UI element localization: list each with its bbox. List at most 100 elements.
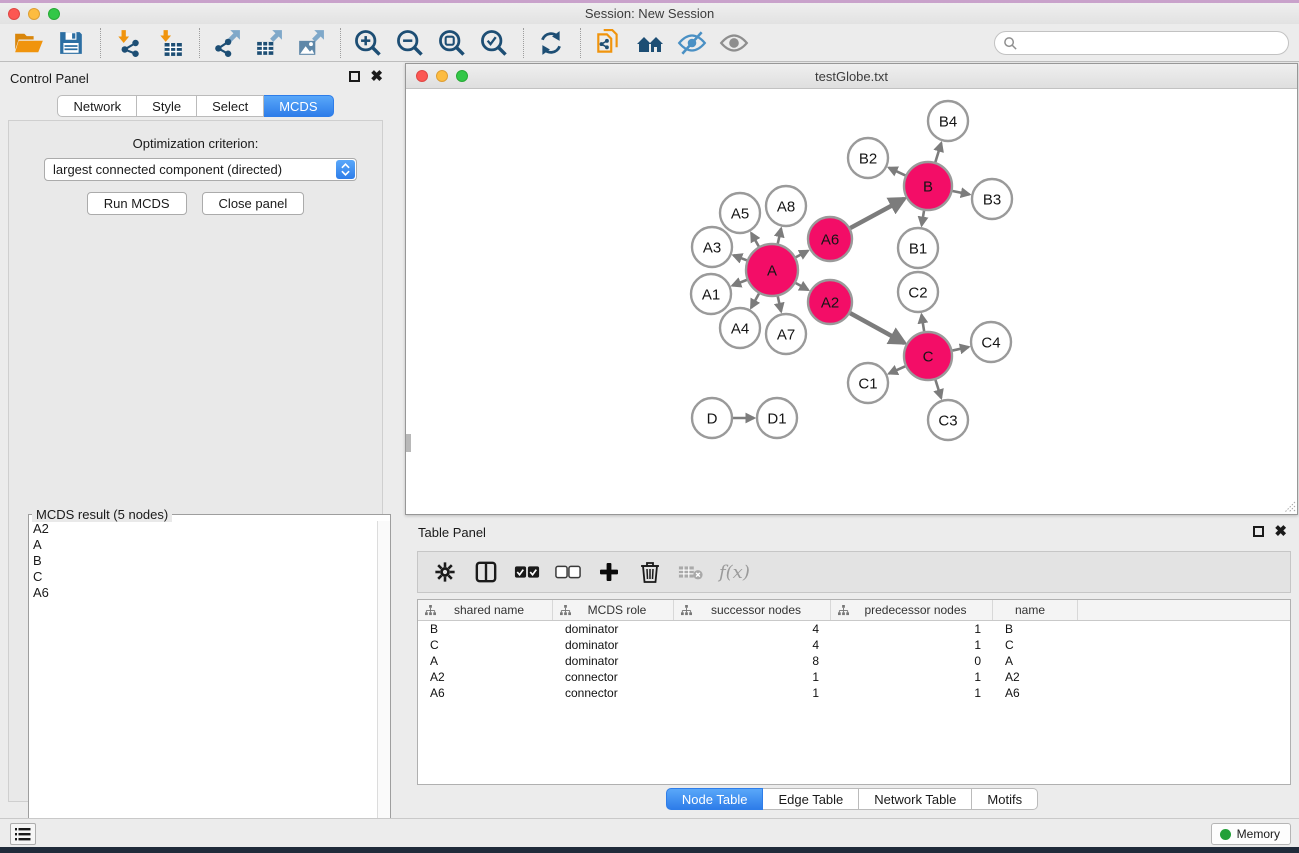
result-scrollbar[interactable]	[377, 521, 390, 853]
table-settings-gear-icon[interactable]	[432, 559, 458, 585]
graph-edge-C-C3[interactable]	[935, 380, 941, 398]
table-cell[interactable]: 1	[674, 686, 831, 700]
tab-node-table[interactable]: Node Table	[666, 788, 764, 810]
first-neighbors-icon[interactable]	[633, 27, 667, 59]
select-all-columns-icon[interactable]	[514, 559, 540, 585]
table-cell[interactable]: 1	[831, 670, 993, 684]
table-cell[interactable]: dominator	[553, 638, 674, 652]
zoom-selected-icon[interactable]	[477, 27, 511, 59]
column-header-MCDS-role[interactable]: MCDS role	[553, 600, 674, 620]
float-panel-icon[interactable]	[349, 71, 360, 82]
graph-edge-A-A2[interactable]	[796, 283, 808, 290]
unselect-all-columns-icon[interactable]	[555, 559, 581, 585]
table-row[interactable]: Adominator80A	[418, 653, 1290, 669]
graph-edge-B-B2[interactable]	[889, 168, 906, 176]
zoom-fit-icon[interactable]	[435, 27, 469, 59]
graph-edge-B-B3[interactable]	[952, 191, 969, 194]
table-cell[interactable]: connector	[553, 686, 674, 700]
canvas-scrollbar-thumb[interactable]	[406, 434, 411, 452]
table-cell[interactable]: 8	[674, 654, 831, 668]
export-table-icon[interactable]	[252, 27, 286, 59]
table-cell[interactable]: A6	[418, 686, 553, 700]
table-cell[interactable]: A	[993, 654, 1078, 668]
tab-edge-table[interactable]: Edge Table	[763, 788, 859, 810]
close-panel-icon[interactable]: ✖	[370, 71, 383, 82]
create-column-plus-icon[interactable]	[596, 559, 622, 585]
graph-edge-A-A3[interactable]	[733, 255, 746, 260]
graph-edge-A-A5[interactable]	[751, 233, 759, 246]
tab-mcds[interactable]: MCDS	[264, 95, 333, 117]
mcds-result-item[interactable]: A6	[30, 585, 376, 601]
graph-edge-A6-B[interactable]	[850, 199, 904, 228]
graph-edge-C-C2[interactable]	[922, 315, 925, 332]
graph-edge-A-A6[interactable]	[796, 251, 808, 257]
import-network-icon[interactable]	[111, 27, 145, 59]
refresh-icon[interactable]	[534, 27, 568, 59]
criterion-dropdown[interactable]: largest connected component (directed)	[44, 158, 357, 181]
resize-grip-icon[interactable]	[1282, 499, 1296, 513]
show-graphics-details-icon[interactable]	[717, 27, 751, 59]
table-cell[interactable]: 4	[674, 638, 831, 652]
zoom-in-icon[interactable]	[351, 27, 385, 59]
tab-motifs[interactable]: Motifs	[972, 788, 1038, 810]
table-cell[interactable]: dominator	[553, 622, 674, 636]
mcds-result-item[interactable]: A	[30, 537, 376, 553]
table-cell[interactable]: A2	[993, 670, 1078, 684]
graph-edge-A2-C[interactable]	[850, 313, 904, 343]
table-cell[interactable]: A2	[418, 670, 553, 684]
close-table-panel-icon[interactable]: ✖	[1274, 526, 1287, 537]
mcds-result-item[interactable]: A2	[30, 521, 376, 537]
tab-select[interactable]: Select	[197, 95, 264, 117]
graph-edge-A-A1[interactable]	[732, 280, 746, 286]
delete-column-trash-icon[interactable]	[637, 559, 663, 585]
graph-edge-B-B4[interactable]	[935, 143, 941, 162]
clone-network-icon[interactable]	[591, 27, 625, 59]
zoom-out-icon[interactable]	[393, 27, 427, 59]
graph-edge-A-A8[interactable]	[778, 228, 781, 243]
table-cell[interactable]: 1	[831, 638, 993, 652]
task-history-button[interactable]	[10, 823, 36, 845]
table-row[interactable]: Cdominator41C	[418, 637, 1290, 653]
show-column-panel-icon[interactable]	[473, 559, 499, 585]
table-cell[interactable]: C	[418, 638, 553, 652]
tab-network[interactable]: Network	[57, 95, 137, 117]
hide-graphics-details-icon[interactable]	[675, 27, 709, 59]
table-cell[interactable]: B	[993, 622, 1078, 636]
tab-network-table[interactable]: Network Table	[859, 788, 972, 810]
table-cell[interactable]: C	[993, 638, 1078, 652]
graph-edge-B-B1[interactable]	[922, 211, 924, 226]
function-builder-icon[interactable]: f(x)	[719, 562, 750, 583]
graph-edge-A-A7[interactable]	[778, 296, 781, 311]
mcds-result-list[interactable]: A2ABCA6	[30, 521, 376, 853]
mcds-result-item[interactable]: C	[30, 569, 376, 585]
export-network-icon[interactable]	[210, 27, 244, 59]
table-cell[interactable]: dominator	[553, 654, 674, 668]
table-cell[interactable]: 1	[674, 670, 831, 684]
search-input[interactable]	[1018, 33, 1288, 53]
column-header-shared-name[interactable]: shared name	[418, 600, 553, 620]
table-row[interactable]: A6connector11A6	[418, 685, 1290, 701]
table-cell[interactable]: 1	[831, 686, 993, 700]
table-cell[interactable]: 1	[831, 622, 993, 636]
table-row[interactable]: A2connector11A2	[418, 669, 1290, 685]
table-row[interactable]: Bdominator41B	[418, 621, 1290, 637]
mcds-result-item[interactable]: B	[30, 553, 376, 569]
export-image-icon[interactable]	[294, 27, 328, 59]
network-canvas[interactable]: B4B2BB3A5A8A6A3AB1A1A2C2A4A7C4CC1C3DD1	[406, 89, 1297, 514]
table-cell[interactable]: A	[418, 654, 553, 668]
graph-edge-A-A4[interactable]	[751, 294, 759, 308]
node-table[interactable]: shared nameMCDS rolesuccessor nodesprede…	[417, 599, 1291, 785]
memory-button[interactable]: Memory	[1211, 823, 1291, 845]
column-header-successor-nodes[interactable]: successor nodes	[674, 600, 831, 620]
table-cell[interactable]: connector	[553, 670, 674, 684]
float-table-panel-icon[interactable]	[1253, 526, 1264, 537]
table-cell[interactable]: 4	[674, 622, 831, 636]
graph-edge-C-C4[interactable]	[952, 347, 968, 351]
table-cell[interactable]: A6	[993, 686, 1078, 700]
import-table-icon[interactable]	[153, 27, 187, 59]
tab-style[interactable]: Style	[137, 95, 197, 117]
graph-edge-C-C1[interactable]	[889, 366, 905, 373]
run-mcds-button[interactable]: Run MCDS	[87, 192, 187, 215]
column-header-name[interactable]: name	[993, 600, 1078, 620]
close-panel-button[interactable]: Close panel	[202, 192, 305, 215]
